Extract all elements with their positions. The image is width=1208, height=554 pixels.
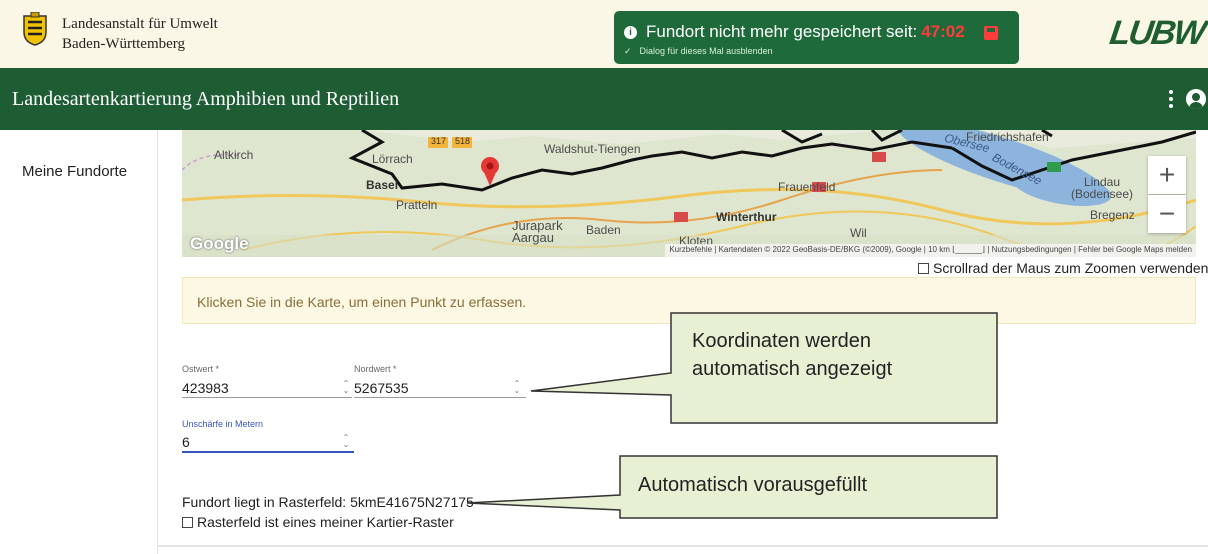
automatisch-callout-text: Automatisch vorausgefüllt: [638, 474, 868, 496]
rasterfeld-option[interactable]: Rasterfeld ist eines meiner Kartier-Rast…: [182, 514, 454, 530]
info-icon: i: [624, 26, 637, 39]
map-hint-text: Klicken Sie in die Karte, um einen Punkt…: [197, 294, 527, 310]
nordwert-label: Nordwert *: [354, 364, 397, 374]
coat-of-arms-icon: [23, 12, 47, 46]
zoom-in-button[interactable]: +: [1148, 156, 1186, 194]
unsaved-toast: i Fundort nicht mehr gespeichert seit: 47…: [614, 11, 1019, 64]
map-label-waldshut: Waldshut-Tiengen: [544, 142, 641, 156]
map-label-winterthur: Winterthur: [716, 210, 777, 224]
rasterfeld-info: Fundort liegt in Rasterfeld: 5kmE41675N2…: [182, 494, 474, 510]
map-attribution[interactable]: Kurzbefehle | Kartendaten © 2022 GeoBasi…: [665, 244, 1196, 257]
toast-timer: 47:02: [921, 22, 965, 41]
map-label-loerrach: Lörrach: [372, 152, 413, 166]
map-road-518: 518: [455, 136, 471, 146]
map-label-frauenfeld: Frauenfeld: [778, 180, 836, 194]
map-label-pratteln: Pratteln: [396, 198, 438, 212]
sidebar-item-meine-fundorte[interactable]: Meine Fundorte: [22, 163, 127, 180]
map-label-wil: Wil: [850, 226, 867, 240]
map-label-altkirch: Altkirch: [214, 148, 254, 162]
ostwert-underline: [182, 397, 352, 398]
nordwert-input[interactable]: 5267535: [354, 380, 409, 396]
map-label-jurapark: Jurapark Aargau: [512, 218, 563, 245]
hide-dialog-link[interactable]: ✓ Dialog für dieses Mal ausblenden: [624, 46, 773, 57]
check-icon: ✓: [624, 46, 632, 56]
unschaerfe-stepper[interactable]: ⌃ ⌄: [341, 434, 351, 449]
unschaerfe-label: Unschärfe in Metern: [182, 419, 264, 429]
unschaerfe-underline: [182, 451, 354, 453]
save-icon[interactable]: [984, 26, 998, 40]
unschaerfe-input[interactable]: 6: [182, 434, 190, 450]
more-vert-icon[interactable]: [1168, 90, 1174, 108]
account-icon[interactable]: [1186, 89, 1206, 109]
org-line-2: Baden-Württemberg: [62, 36, 186, 52]
app-title: Landesartenkartierung Amphibien und Rept…: [12, 88, 400, 110]
koordinaten-callout-text: Koordinaten werden automatisch angezeigt: [692, 327, 892, 383]
ostwert-stepper[interactable]: ⌃ ⌄: [341, 380, 351, 395]
map-label-bregenz: Bregenz: [1090, 208, 1135, 222]
toast-message-text: Fundort nicht mehr gespeichert seit:: [646, 22, 918, 41]
app-bar: Landesartenkartierung Amphibien und Rept…: [0, 68, 1208, 130]
rasterfeld-checkbox[interactable]: [182, 517, 193, 528]
map-road-317: 317: [431, 136, 447, 146]
map-label-baden: Baden: [586, 223, 621, 237]
ostwert-input[interactable]: 423983: [182, 380, 229, 396]
scroll-zoom-label: Scrollrad der Maus zum Zoomen verwenden: [933, 260, 1208, 276]
map-label-lindau: Lindau (Bodensee): [1070, 175, 1134, 201]
map-label-basel: Basel: [366, 178, 399, 192]
ostwert-label: Ostwert *: [182, 364, 220, 374]
sidebar: Meine Fundorte: [0, 130, 158, 554]
rasterfeld-checkbox-label: Rasterfeld ist eines meiner Kartier-Rast…: [197, 514, 454, 530]
nordwert-underline: [354, 397, 526, 398]
google-logo: Google: [190, 234, 249, 253]
card-bottom-border: [158, 545, 1208, 547]
koordinaten-callout-line-1: Koordinaten werden: [692, 330, 872, 352]
scroll-zoom-checkbox[interactable]: [918, 263, 929, 274]
nordwert-stepper[interactable]: ⌃ ⌄: [512, 380, 522, 395]
map[interactable]: Altkirch Lörrach Basel Pratteln Waldshut…: [182, 130, 1196, 257]
lubw-logo: LUBW: [1107, 14, 1207, 52]
koordinaten-callout-line-2: automatisch angezeigt: [692, 358, 893, 380]
org-line-1: Landesanstalt für Umwelt: [62, 16, 218, 32]
toast-message: Fundort nicht mehr gespeichert seit: 47:0…: [646, 22, 965, 42]
organization-name: Landesanstalt für Umwelt Baden-Württembe…: [62, 14, 218, 54]
zoom-out-button[interactable]: −: [1148, 195, 1186, 233]
hide-dialog-label: Dialog für dieses Mal ausblenden: [639, 46, 773, 56]
scroll-zoom-option[interactable]: Scrollrad der Maus zum Zoomen verwenden: [918, 260, 1208, 276]
map-hint-box: Klicken Sie in die Karte, um einen Punkt…: [182, 277, 1196, 324]
top-header: Landesanstalt für Umwelt Baden-Württembe…: [0, 0, 1208, 68]
